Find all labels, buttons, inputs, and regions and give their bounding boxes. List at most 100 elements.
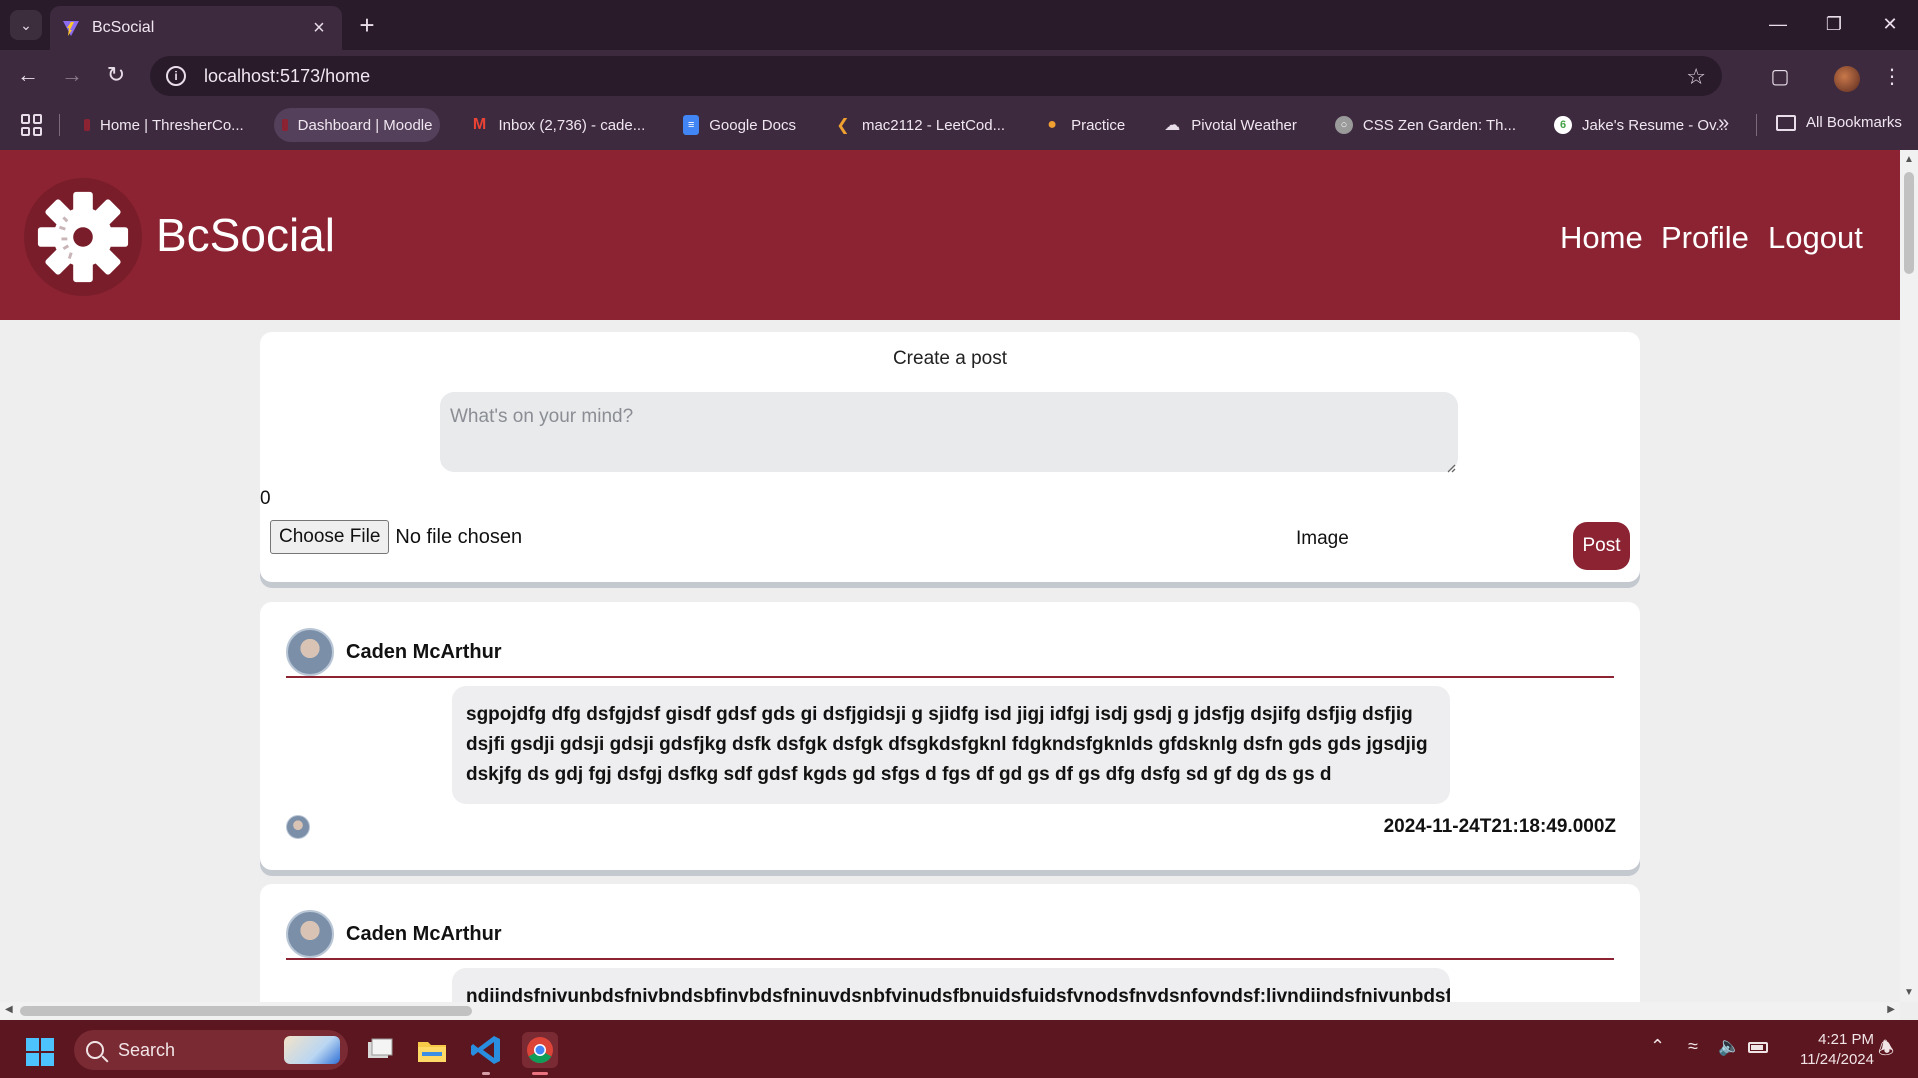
battery-icon[interactable]: [1748, 1036, 1768, 1057]
task-view-icon[interactable]: [362, 1032, 398, 1068]
apps-grid-icon[interactable]: [21, 114, 43, 136]
google-docs-icon: ≡: [683, 115, 700, 135]
tab-close-icon[interactable]: ×: [308, 17, 330, 40]
textarea-resize-handle[interactable]: [1446, 460, 1456, 473]
post-text-input[interactable]: [440, 392, 1458, 472]
create-post-card: Create a post 0 Choose File No file chos…: [260, 332, 1640, 582]
nav-profile-link[interactable]: Profile: [1661, 220, 1749, 256]
chevron-down-icon: ⌄: [20, 16, 32, 33]
system-clock[interactable]: 4:21 PM 11/24/2024: [1788, 1030, 1874, 1070]
page-viewport: BcSocial Home Profile Logout Create a po…: [0, 150, 1918, 1020]
reload-icon[interactable]: ↻: [100, 59, 132, 91]
avatar[interactable]: [286, 628, 334, 676]
author-divider: [286, 676, 1614, 678]
vertical-scroll-thumb[interactable]: [1904, 172, 1914, 274]
bookmark-label: mac2112 - LeetCod...: [861, 116, 1006, 134]
new-tab-button[interactable]: +: [352, 10, 382, 40]
bookmark-label: Pivotal Weather: [1191, 116, 1297, 134]
back-arrow-icon[interactable]: ←: [12, 59, 44, 91]
extensions-icon[interactable]: ▢: [1766, 62, 1794, 90]
bookmark-star-icon[interactable]: ☆: [1686, 64, 1706, 90]
post-button[interactable]: Post: [1573, 522, 1630, 570]
chrome-running-indicator: [532, 1072, 548, 1075]
app-header: BcSocial Home Profile Logout: [0, 150, 1900, 320]
bookmark-item[interactable]: ≡ Google Docs: [675, 108, 804, 142]
post-timestamp: 2024-11-24T21:18:49.000Z: [1383, 816, 1616, 837]
post-author[interactable]: Caden McArthur: [286, 910, 502, 958]
wifi-icon[interactable]: ≈: [1688, 1036, 1698, 1057]
browser-tab-strip: ⌄ BcSocial × + — ❐ ✕: [0, 0, 1918, 50]
vscode-icon[interactable]: [468, 1032, 504, 1068]
vertical-scrollbar[interactable]: ▲ ▼: [1900, 150, 1918, 1002]
more-bookmarks-icon[interactable]: »: [1718, 112, 1729, 135]
bookmark-label: Inbox (2,736) - cade...: [498, 116, 646, 134]
restore-icon[interactable]: ❐: [1814, 8, 1854, 40]
clock-date: 11/24/2024: [1800, 1051, 1874, 1068]
all-bookmarks-label: All Bookmarks: [1806, 114, 1902, 131]
show-hidden-icons-chevron-up-icon[interactable]: ⌃: [1650, 1036, 1665, 1057]
horizontal-scroll-thumb[interactable]: [20, 1006, 472, 1016]
scroll-up-arrow-icon[interactable]: ▲: [1904, 154, 1914, 165]
character-count: 0: [260, 488, 271, 509]
notification-bell-icon[interactable]: 🕭: [1878, 1036, 1894, 1066]
bookmark-item[interactable]: ☁ Pivotal Weather: [1155, 108, 1305, 142]
forward-arrow-icon[interactable]: →: [56, 59, 88, 91]
bookmarks-divider: [1756, 114, 1757, 136]
practice-icon: ●: [1047, 116, 1057, 133]
browser-tab[interactable]: BcSocial ×: [50, 6, 342, 50]
bookmark-item[interactable]: ○ CSS Zen Garden: Th...: [1327, 108, 1524, 142]
file-explorer-icon[interactable]: [414, 1032, 450, 1068]
nav-home-link[interactable]: Home: [1560, 220, 1643, 256]
create-post-title: Create a post: [892, 348, 1008, 369]
taskbar-search-label: Search: [118, 1039, 176, 1060]
horizontal-scrollbar[interactable]: ◀ ▶: [0, 1002, 1900, 1020]
window-close-icon[interactable]: ✕: [1870, 8, 1910, 40]
choose-file-button[interactable]: Choose File: [270, 520, 390, 554]
search-highlight-icon: [284, 1036, 340, 1064]
site-info-icon[interactable]: i: [166, 66, 186, 86]
browser-toolbar: ← → ↻ i localhost:5173/home ☆ ▢ ⋮: [0, 50, 1918, 100]
nav-logout-link[interactable]: Logout: [1768, 220, 1863, 256]
windows-taskbar: Search ⌃ ≈ 🔈 4:21 PM 11/24/2024 🕭: [0, 1020, 1918, 1078]
leetcode-icon: ❮: [836, 117, 850, 134]
vscode-running-indicator: [482, 1072, 490, 1075]
vite-favicon-icon: [63, 21, 79, 36]
scroll-left-arrow-icon[interactable]: ◀: [5, 1004, 13, 1015]
volume-icon[interactable]: 🔈: [1718, 1036, 1740, 1057]
tab-title: BcSocial: [92, 19, 155, 36]
url-text[interactable]: localhost:5173/home: [204, 66, 370, 87]
brand-title[interactable]: BcSocial: [156, 208, 335, 262]
scroll-right-arrow-icon[interactable]: ▶: [1887, 1004, 1895, 1015]
file-input[interactable]: Choose File No file chosen: [270, 520, 522, 554]
all-bookmarks-button[interactable]: All Bookmarks: [1776, 114, 1902, 131]
author-name[interactable]: Caden McArthur: [346, 641, 502, 664]
bookmark-label: Dashboard | Moodle: [297, 116, 433, 134]
post-author[interactable]: Caden McArthur: [286, 628, 502, 676]
bookmark-item[interactable]: ● Practice: [1035, 108, 1133, 142]
windows-start-icon[interactable]: [26, 1038, 54, 1066]
minimize-icon[interactable]: —: [1758, 8, 1798, 40]
bookmark-item[interactable]: Dashboard | Moodle: [273, 108, 441, 142]
avatar[interactable]: [286, 910, 334, 958]
bookmark-item[interactable]: ❮ mac2112 - LeetCod...: [826, 108, 1013, 142]
gear-logo-icon: [37, 191, 129, 283]
folder-icon: [1776, 114, 1796, 131]
browser-profile-avatar[interactable]: [1834, 66, 1860, 92]
bookmark-label: Google Docs: [709, 116, 796, 134]
logo[interactable]: [24, 178, 142, 296]
bookmark-label: Jake's Resume - Ov...: [1582, 116, 1728, 134]
menu-kebab-icon[interactable]: ⋮: [1878, 62, 1906, 90]
taskbar-search[interactable]: Search: [74, 1030, 348, 1070]
search-icon: [86, 1041, 104, 1059]
bookmark-item[interactable]: 6 Jake's Resume - Ov...: [1546, 108, 1736, 142]
address-bar[interactable]: i localhost:5173/home ☆: [150, 56, 1722, 96]
chrome-icon[interactable]: [522, 1032, 558, 1068]
scroll-down-arrow-icon[interactable]: ▼: [1904, 987, 1914, 998]
avatar[interactable]: [286, 815, 310, 839]
file-status-text: No file chosen: [395, 525, 523, 548]
author-name[interactable]: Caden McArthur: [346, 923, 502, 946]
tab-search-button[interactable]: ⌄: [10, 10, 42, 40]
bookmark-item[interactable]: Home | ThresherCo...: [76, 108, 252, 142]
bookmark-item[interactable]: M Inbox (2,736) - cade...: [462, 108, 653, 142]
post-card: Caden McArthur sgpojdfg dfg dsfgjdsf gis…: [260, 602, 1640, 870]
